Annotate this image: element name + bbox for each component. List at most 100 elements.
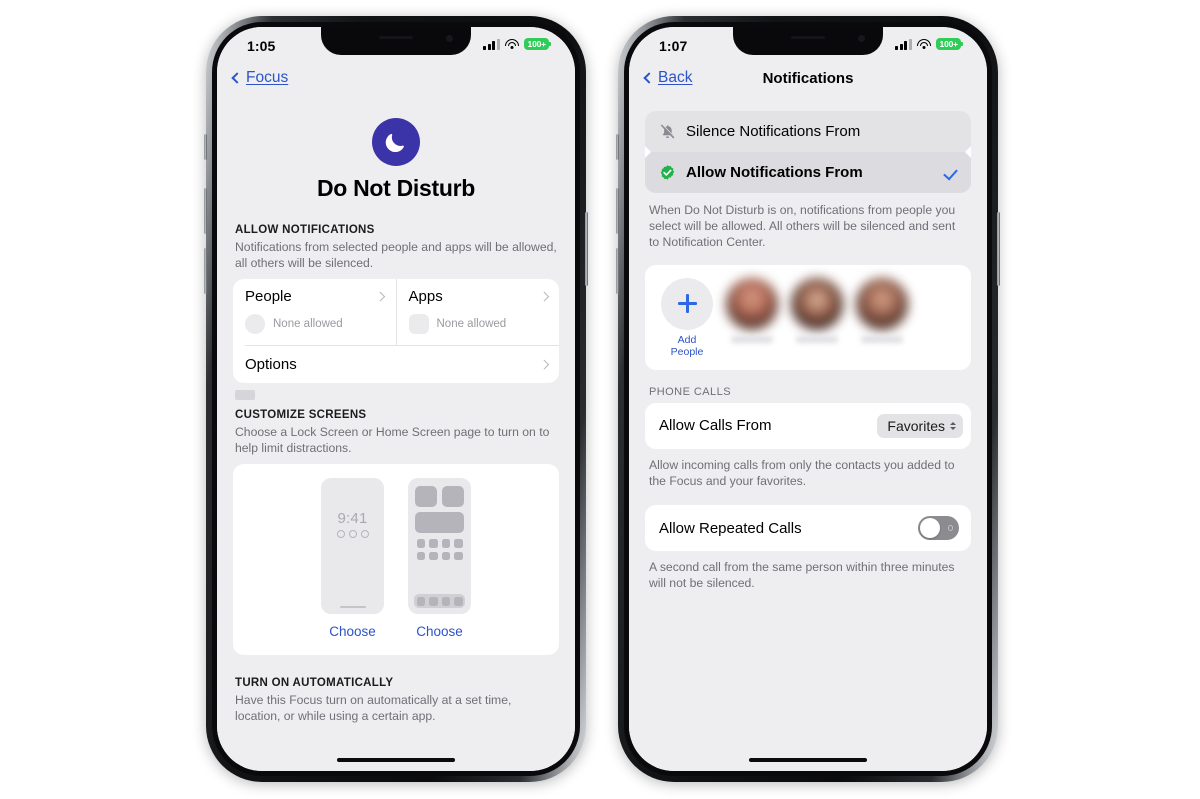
chevron-left-icon [231,72,243,84]
choose-home-screen-button[interactable]: Choose [416,624,463,639]
allow-notifications-footer: Notifications from selected people and a… [235,240,557,271]
chevron-right-icon [539,360,549,370]
nav-bar: Focus [217,65,575,99]
turn-on-automatically-header: TURN ON AUTOMATICALLY [235,677,394,690]
contact-item[interactable] [724,277,780,343]
contact-item[interactable] [854,277,910,343]
chevron-right-icon [375,292,385,302]
silent-switch[interactable] [616,134,619,160]
allow-calls-value: Favorites [887,417,945,434]
battery-indicator: 100+ [523,38,549,50]
status-bar: 1:07 100+ [629,27,987,65]
notifications-settings-scroll[interactable]: Silence Notifications From Allow Notific… [629,99,987,771]
phone-calls-header: PHONE CALLS [649,385,731,398]
options-label: Options [245,356,297,374]
silence-notifications-label: Silence Notifications From [686,123,861,140]
volume-down-button[interactable] [204,248,207,294]
contact-name-blurred [861,335,903,343]
home-screen-preview[interactable]: Choose [408,478,471,639]
repeated-calls-row[interactable]: Allow Repeated Calls [645,505,971,551]
options-row[interactable]: Options [233,346,559,383]
customize-screens-footer: Choose a Lock Screen or Home Screen page… [235,425,550,456]
rounded-square-app-placeholder [408,314,429,335]
home-screen-thumbnail [408,478,471,615]
allow-calls-card: Allow Calls From Favorites [645,402,971,449]
avatar [856,277,908,330]
customize-screens-card: 9:41 Choose Choose [233,464,559,656]
add-people-button[interactable]: Add People [659,277,715,358]
bell-slash-icon [660,124,675,139]
crescent-moon-icon [372,118,420,166]
people-value: None allowed [273,318,343,331]
focus-settings-scroll[interactable]: Do Not Disturb ALLOW NOTIFICATIONS Notif… [217,99,575,771]
lock-screen-preview[interactable]: 9:41 Choose [321,478,384,639]
power-button[interactable] [585,212,588,286]
allow-notifications-option[interactable]: Allow Notifications From [645,145,971,193]
repeated-calls-label: Allow Repeated Calls [659,519,802,537]
plus-icon [677,294,697,314]
status-time: 1:05 [247,38,276,54]
contact-item[interactable] [789,277,845,343]
allow-calls-popup-button[interactable]: Favorites [877,413,963,438]
repeated-calls-footer: A second call from the same person withi… [649,560,955,591]
people-label: People [245,288,292,306]
left-phone-device: 1:05 100+ Focus Do Not Disturb ALLOW NOT… [204,16,588,782]
allow-calls-label: Allow Calls From [659,417,772,435]
allowed-people-card: Add People [645,264,971,370]
battery-tip [549,41,551,47]
volume-down-button[interactable] [616,248,619,294]
customize-screens-header: CUSTOMIZE SCREENS [235,409,367,422]
screenshot-canvas: 1:05 100+ Focus Do Not Disturb ALLOW NOT… [0,0,1200,799]
volume-up-button[interactable] [616,188,619,234]
right-phone-device: 1:07 100+ Back Notifications Silence Not… [616,16,1000,782]
up-down-chevron-icon [950,421,956,430]
partial-card-fragment [235,390,255,401]
allow-notifications-header: ALLOW NOTIFICATIONS [235,224,375,236]
add-people-label-line1: Add [677,333,697,346]
highlight-caret-left-icon [645,145,651,159]
allow-repeated-calls-toggle[interactable] [918,516,959,541]
back-button-focus[interactable]: Focus [231,69,289,87]
volume-up-button[interactable] [204,188,207,234]
lock-screen-widgets [321,530,384,539]
status-bar: 1:05 100+ [217,27,575,65]
repeated-calls-card: Allow Repeated Calls [645,505,971,552]
home-indicator[interactable] [749,757,867,762]
dock-preview [414,594,465,609]
contact-name-blurred [731,335,773,343]
contact-name-blurred [796,335,838,343]
widget-tile [415,486,437,508]
status-time: 1:07 [659,38,688,54]
power-button[interactable] [997,212,1000,286]
chevron-right-icon [539,292,549,302]
home-indicator-preview [339,605,366,609]
allow-calls-row[interactable]: Allow Calls From Favorites [645,403,971,449]
people-cell[interactable]: People None allowed [233,279,397,346]
page-title: Notifications [762,70,854,87]
people-apps-row: People None allowed Apps None allowed [233,279,560,346]
cellular-bars-icon [483,38,500,50]
silent-switch[interactable] [204,134,207,160]
home-indicator[interactable] [337,757,455,762]
lock-screen-time: 9:41 [337,510,368,528]
silence-notifications-option[interactable]: Silence Notifications From [645,111,971,152]
back-button-label: Focus [246,69,289,86]
allow-notifications-card: People None allowed Apps None allowed Op… [233,279,560,384]
moon-glyph [385,133,404,153]
add-people-circle [661,277,713,330]
avatar [726,277,778,330]
apps-cell[interactable]: Apps None allowed [397,279,560,345]
choose-lock-screen-button[interactable]: Choose [329,624,376,639]
page-title: Do Not Disturb [316,175,476,201]
widget-tile [442,486,464,508]
lock-screen-thumbnail: 9:41 [321,478,384,615]
battery-indicator: 100+ [935,38,961,50]
right-phone-screen: 1:07 100+ Back Notifications Silence Not… [629,27,987,771]
add-people-label-line2: People [670,345,704,358]
highlight-caret-right-icon [965,145,971,159]
wifi-icon [916,38,931,50]
battery-tip [961,41,963,47]
cellular-bars-icon [895,38,912,50]
status-indicators: 100+ [483,38,551,50]
mode-footer-text: When Do Not Disturb is on, notifications… [649,203,956,250]
